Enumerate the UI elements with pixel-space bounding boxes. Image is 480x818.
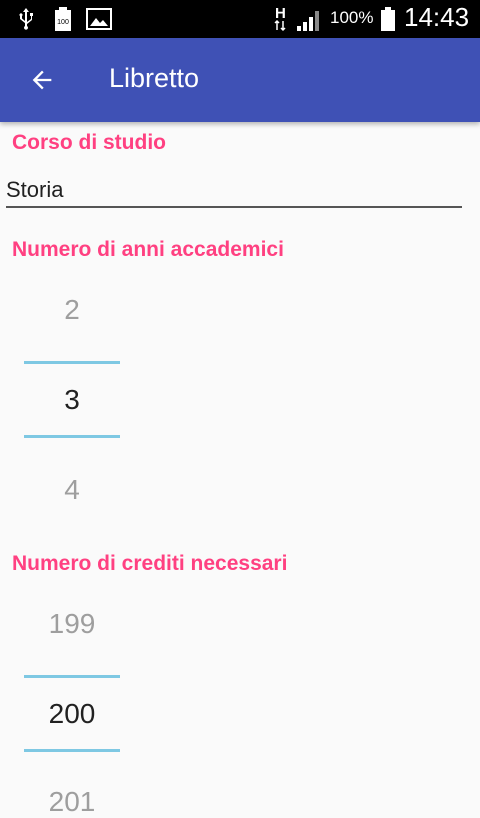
course-input[interactable]: Storia bbox=[6, 172, 462, 208]
image-icon bbox=[86, 8, 112, 30]
years-label: Numero di anni accademici bbox=[12, 238, 284, 261]
battery-percent: 100% bbox=[330, 8, 374, 27]
app-bar: Libretto bbox=[0, 38, 480, 122]
status-bar: 100 H 100% 14:43 bbox=[0, 0, 480, 38]
years-picker[interactable]: 2 3 4 bbox=[24, 280, 120, 520]
back-button[interactable] bbox=[22, 60, 62, 100]
credits-label: Numero di crediti necessari bbox=[12, 552, 288, 575]
signal-icon bbox=[297, 11, 319, 31]
years-prev-value[interactable]: 2 bbox=[24, 294, 120, 326]
page-title: Libretto bbox=[109, 63, 200, 93]
years-next-value[interactable]: 4 bbox=[24, 474, 120, 506]
picker-divider-top bbox=[24, 675, 120, 678]
years-selected-value[interactable]: 3 bbox=[24, 384, 120, 416]
battery-full-small-icon: 100 bbox=[55, 7, 71, 31]
course-label: Corso di studio bbox=[12, 131, 166, 154]
credits-next-value[interactable]: 201 bbox=[24, 786, 120, 818]
clock: 14:43 bbox=[404, 2, 470, 32]
usb-icon bbox=[19, 8, 33, 30]
picker-divider-bottom bbox=[24, 749, 120, 752]
svg-text:100: 100 bbox=[57, 19, 69, 26]
arrow-back-icon bbox=[32, 70, 52, 90]
credits-selected-value[interactable]: 200 bbox=[24, 698, 120, 730]
credits-picker[interactable]: 199 200 201 bbox=[24, 594, 120, 817]
h-network-icon: H bbox=[274, 5, 286, 32]
svg-text:H: H bbox=[275, 5, 286, 22]
picker-divider-bottom bbox=[24, 435, 120, 438]
battery-icon bbox=[381, 7, 395, 31]
picker-divider-top bbox=[24, 361, 120, 364]
credits-prev-value[interactable]: 199 bbox=[24, 608, 120, 640]
